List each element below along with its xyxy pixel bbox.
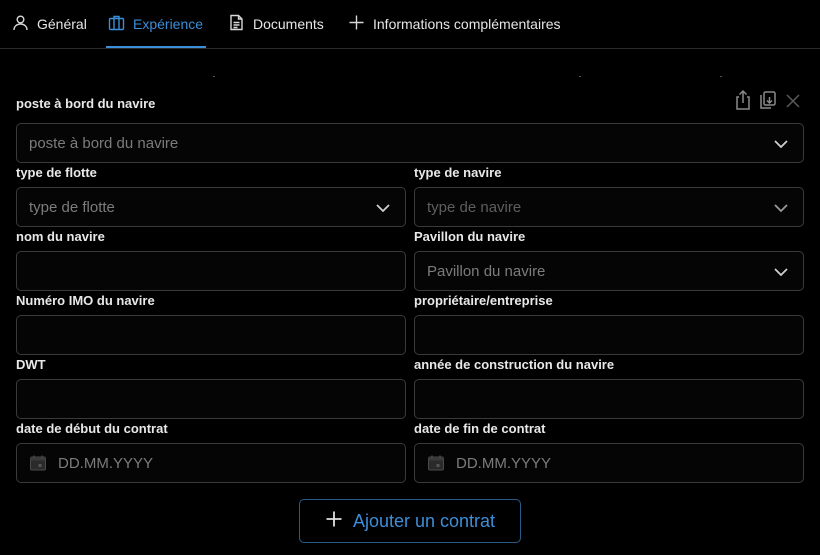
position-label: poste à bord du navire	[16, 96, 156, 111]
build-year-input[interactable]	[414, 379, 804, 419]
end-date-label: date de fin de contrat	[414, 421, 546, 436]
imo-label: Numéro IMO du navire	[16, 293, 155, 308]
fleet-type-placeholder: type de flotte	[29, 198, 115, 216]
owner-input[interactable]	[414, 315, 804, 355]
end-date-placeholder: DD.MM.YYYY	[456, 454, 552, 472]
position-select[interactable]: poste à bord du navire	[16, 123, 804, 163]
document-icon	[228, 14, 245, 34]
divider-mark	[720, 76, 722, 77]
vessel-name-label: nom du navire	[16, 229, 105, 244]
start-date-input[interactable]: DD.MM.YYYY	[16, 443, 406, 483]
divider-mark	[579, 76, 581, 77]
dwt-field[interactable]	[29, 390, 405, 408]
user-icon	[12, 14, 29, 34]
tab-label: Expérience	[133, 16, 204, 32]
dwt-label: DWT	[16, 357, 46, 372]
chevron-down-icon	[773, 265, 789, 277]
imo-input[interactable]	[16, 315, 406, 355]
chevron-down-icon	[375, 201, 391, 213]
tab-label: Général	[37, 16, 87, 32]
chevron-down-icon	[773, 201, 789, 213]
build-year-field[interactable]	[427, 390, 803, 408]
position-placeholder: poste à bord du navire	[29, 134, 179, 152]
flag-select[interactable]: Pavillon du navire	[414, 251, 804, 291]
calendar-icon[interactable]	[427, 454, 445, 472]
owner-field[interactable]	[427, 326, 803, 344]
imo-field[interactable]	[29, 326, 405, 344]
vessel-type-placeholder: type de navire	[427, 198, 522, 216]
vessel-type-select[interactable]: type de navire	[414, 187, 804, 227]
fleet-type-select[interactable]: type de flotte	[16, 187, 406, 227]
copy-icon[interactable]	[758, 89, 778, 111]
plus-icon	[348, 14, 365, 34]
chevron-down-icon	[773, 137, 789, 149]
calendar-icon[interactable]	[29, 454, 47, 472]
end-date-input[interactable]: DD.MM.YYYY	[414, 443, 804, 483]
flag-label: Pavillon du navire	[414, 229, 526, 244]
fleet-type-label: type de flotte	[16, 165, 97, 180]
tab-additional-info[interactable]: Informations complémentaires	[348, 0, 561, 48]
add-contract-label: Ajouter un contrat	[352, 510, 496, 531]
owner-label: propriétaire/entreprise	[414, 293, 553, 308]
add-contract-button[interactable]: Ajouter un contrat	[299, 499, 521, 543]
tab-bar: Général Expérience Documents Information…	[0, 0, 820, 49]
share-icon[interactable]	[733, 89, 753, 111]
briefcase-icon	[108, 14, 125, 34]
tab-label: Documents	[253, 16, 324, 32]
active-tab-indicator	[106, 46, 206, 48]
tab-experience[interactable]: Expérience	[108, 0, 203, 48]
vessel-type-label: type de navire	[414, 165, 502, 180]
vessel-name-field[interactable]	[29, 262, 405, 280]
build-year-label: année de construction du navire	[414, 357, 615, 372]
divider-mark	[213, 76, 215, 77]
tab-label: Informations complémentaires	[373, 16, 561, 32]
vessel-name-input[interactable]	[16, 251, 406, 291]
tab-general[interactable]: Général	[12, 0, 87, 48]
tab-documents[interactable]: Documents	[228, 0, 324, 48]
flag-placeholder: Pavillon du navire	[427, 262, 546, 280]
plus-icon	[325, 510, 343, 533]
close-icon[interactable]	[783, 89, 803, 111]
start-date-placeholder: DD.MM.YYYY	[58, 454, 154, 472]
start-date-label: date de début du contrat	[16, 421, 168, 436]
dwt-input[interactable]	[16, 379, 406, 419]
